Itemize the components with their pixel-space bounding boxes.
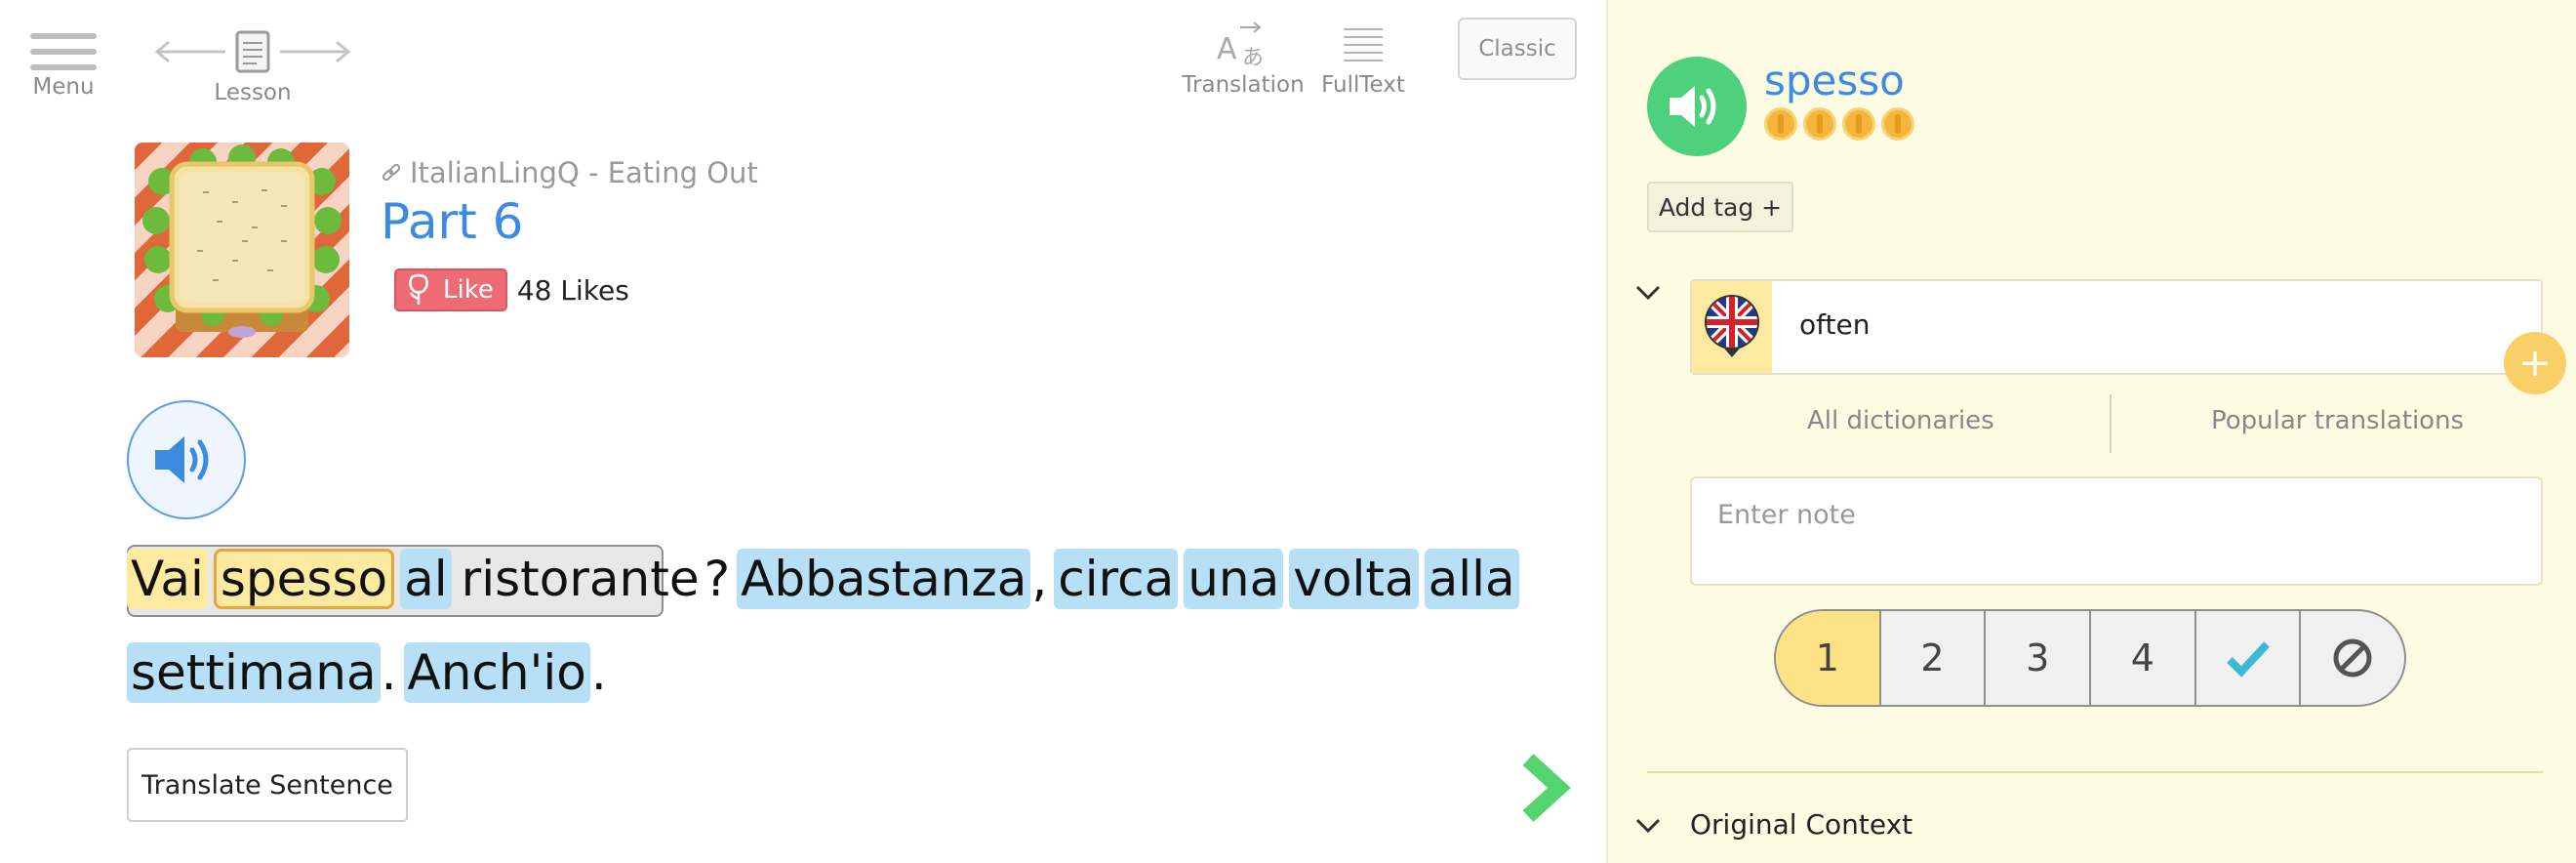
svg-text:あ: あ bbox=[1242, 46, 1264, 68]
lesson-cover-image[interactable] bbox=[135, 143, 349, 357]
add-tag-button[interactable]: Add tag + bbox=[1647, 182, 1793, 232]
original-context-header[interactable]: Original Context bbox=[1690, 808, 1912, 841]
ignore-icon bbox=[2333, 638, 2372, 678]
selected-word[interactable]: spesso bbox=[213, 549, 395, 609]
like-row: Like 48 Likes bbox=[394, 268, 629, 311]
menu-button[interactable]: Menu bbox=[27, 33, 100, 100]
link-icon bbox=[382, 163, 401, 182]
likes-count: 48 Likes bbox=[516, 273, 629, 307]
like-button[interactable]: Like bbox=[394, 268, 507, 311]
rose-icon bbox=[409, 273, 428, 305]
fulltext-button[interactable]: FullText bbox=[1319, 25, 1407, 98]
reader-word[interactable]: circa bbox=[1054, 549, 1179, 609]
reader-pane: Menu Lesson A あ Translation FullText Cla… bbox=[0, 0, 1606, 863]
popular-translations-link[interactable]: Popular translations bbox=[2211, 406, 2464, 435]
reader-word[interactable]: ristorante bbox=[458, 549, 704, 609]
status-selector: 1 2 3 4 bbox=[1774, 609, 2406, 707]
lesson-title: Part 6 bbox=[381, 193, 524, 250]
coins-icon bbox=[1764, 107, 1920, 141]
word-sidebar: spesso Add tag + often + All dictionarie… bbox=[1606, 0, 2576, 863]
plus-icon: + bbox=[2518, 341, 2552, 386]
lesson-audio-button[interactable] bbox=[127, 400, 246, 519]
back-arrow-icon[interactable] bbox=[153, 40, 227, 63]
course-name: ItalianLingQ - Eating Out bbox=[410, 156, 758, 189]
chevron-down-icon[interactable] bbox=[1633, 816, 1663, 836]
reader-word[interactable]: alla bbox=[1424, 549, 1519, 609]
reader-word[interactable]: al bbox=[400, 549, 452, 609]
like-label: Like bbox=[443, 275, 494, 305]
chevron-down-icon[interactable] bbox=[1633, 283, 1663, 303]
next-arrow-icon[interactable] bbox=[1518, 754, 1571, 822]
meaning-text[interactable]: often bbox=[1799, 308, 1870, 341]
translate-sentence-button[interactable]: Translate Sentence bbox=[127, 748, 408, 822]
punctuation: , bbox=[1031, 551, 1048, 607]
status-4[interactable]: 4 bbox=[2091, 611, 2196, 705]
menu-label: Menu bbox=[32, 74, 95, 100]
punctuation: . bbox=[381, 644, 397, 701]
svg-text:A: A bbox=[1217, 32, 1237, 66]
reader-word[interactable]: settimana bbox=[127, 642, 381, 703]
reader-word[interactable]: Vai bbox=[127, 549, 208, 609]
punctuation: ? bbox=[704, 551, 731, 607]
lesson-doc-icon[interactable] bbox=[231, 29, 274, 74]
fulltext-label: FullText bbox=[1321, 72, 1405, 98]
reader-word[interactable]: volta bbox=[1289, 549, 1419, 609]
status-3[interactable]: 3 bbox=[1986, 611, 2092, 705]
all-dictionaries-link[interactable]: All dictionaries bbox=[1807, 406, 1994, 435]
punctuation: . bbox=[590, 644, 607, 701]
term-word: spesso bbox=[1764, 57, 1905, 104]
lesson-label: Lesson bbox=[214, 80, 292, 105]
term-audio-button[interactable] bbox=[1647, 57, 1747, 156]
speaker-icon bbox=[155, 436, 209, 483]
course-link[interactable]: ItalianLingQ - Eating Out bbox=[381, 156, 758, 189]
hamburger-icon bbox=[30, 33, 97, 70]
classic-mode-button[interactable]: Classic bbox=[1458, 18, 1577, 80]
translation-button[interactable]: A あ Translation bbox=[1182, 21, 1305, 98]
uk-flag-icon bbox=[1705, 295, 1759, 357]
checkmark-icon bbox=[2226, 641, 2270, 678]
status-2[interactable]: 2 bbox=[1881, 611, 1987, 705]
dict-divider bbox=[2110, 394, 2112, 453]
reader-line-2: settimana. Anch'io. bbox=[127, 640, 608, 705]
reader-line-1: Vai spesso al ristorante? Abbastanza, circa un… bbox=[127, 547, 1519, 611]
section-divider bbox=[1647, 771, 2543, 773]
lesson-nav: Lesson bbox=[142, 29, 363, 105]
language-tab[interactable] bbox=[1692, 281, 1772, 373]
translation-icon: A あ bbox=[1217, 21, 1264, 68]
status-ignore-button[interactable] bbox=[2301, 611, 2404, 705]
fulltext-icon bbox=[1344, 28, 1383, 62]
status-1[interactable]: 1 bbox=[1776, 611, 1881, 705]
status-known-button[interactable] bbox=[2196, 611, 2302, 705]
add-meaning-button[interactable]: + bbox=[2504, 332, 2566, 394]
reader-word[interactable]: Anch'io bbox=[403, 642, 590, 703]
forward-arrow-icon[interactable] bbox=[278, 40, 352, 63]
note-input[interactable]: Enter note bbox=[1690, 476, 2543, 586]
reader-word[interactable]: una bbox=[1184, 549, 1284, 609]
translation-label: Translation bbox=[1182, 72, 1305, 98]
meaning-card[interactable]: often bbox=[1690, 279, 2543, 375]
speaker-icon bbox=[1670, 86, 1716, 127]
reader-word[interactable]: Abbastanza bbox=[737, 549, 1031, 609]
